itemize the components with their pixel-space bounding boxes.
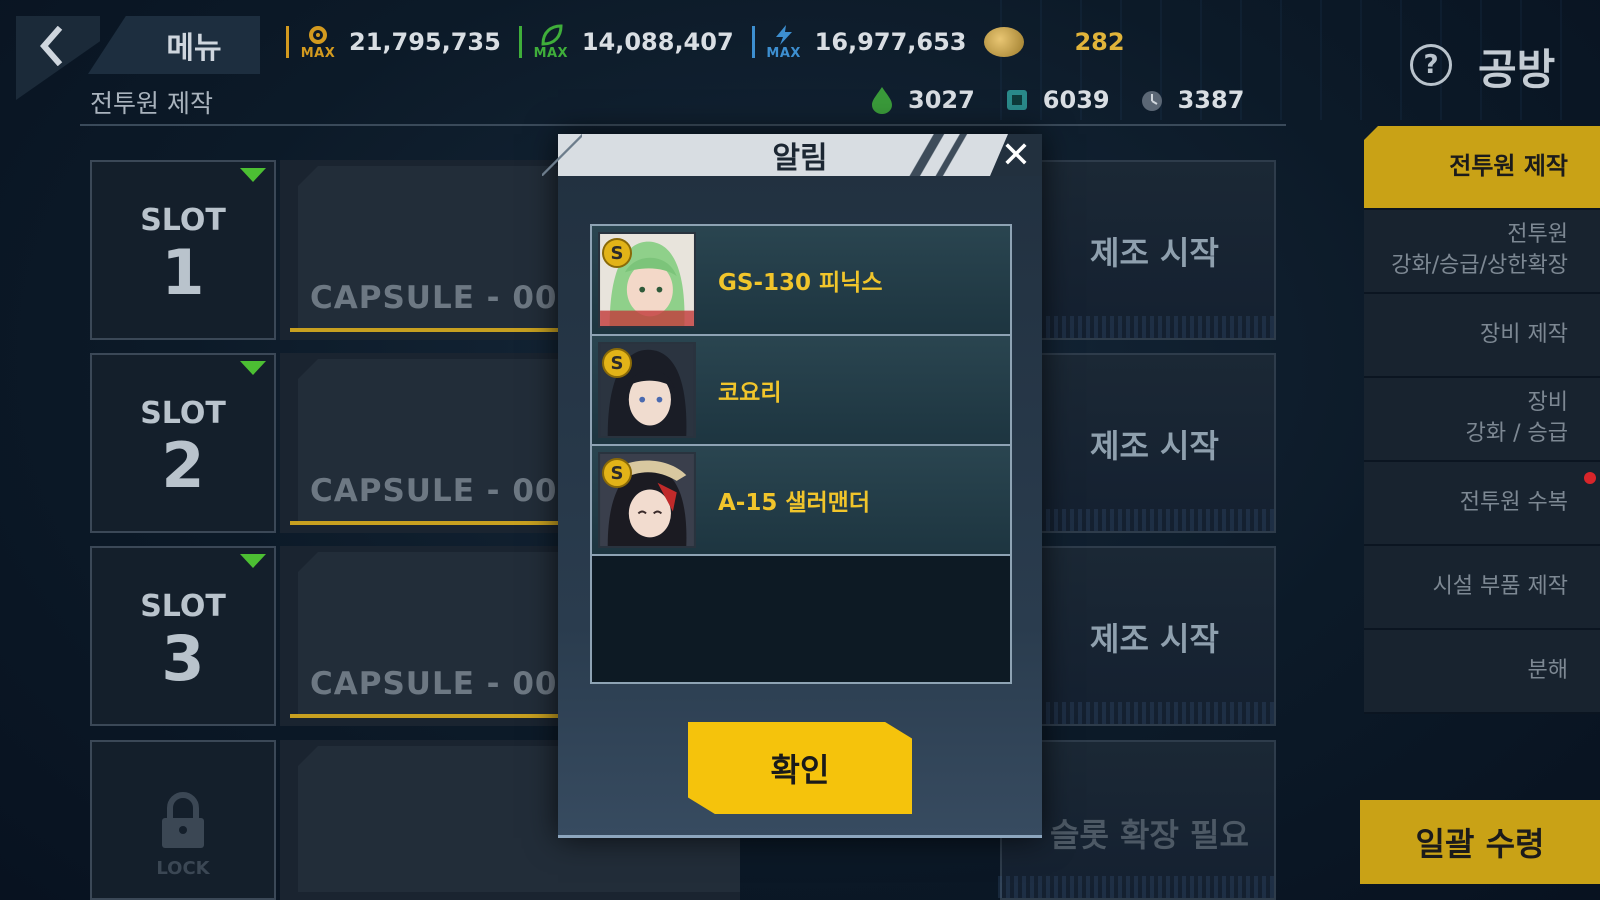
page-subtitle: 전투원 제작 xyxy=(90,89,213,118)
confirm-button[interactable]: 확인 xyxy=(688,722,912,814)
side-menu-item-facility-parts[interactable]: 시설 부품 제작 xyxy=(1364,546,1600,630)
green-crystal-icon xyxy=(872,87,892,114)
resource-separator xyxy=(518,26,522,58)
notification-modal: 알림 ✕ S GS-130 피닉스 S 코요리 S A-15 샐러맨더 확인 xyxy=(542,134,1042,838)
resource-timer[interactable]: 3387 xyxy=(1140,86,1245,114)
resource-crystal[interactable]: 3027 xyxy=(870,86,975,114)
resource-separator xyxy=(286,26,289,58)
side-menu-label: 전투원 제작 xyxy=(1449,152,1568,181)
resource-bar-secondary: 3027 6039 3387 xyxy=(870,80,1262,120)
timer-icon xyxy=(1141,91,1162,111)
character-name: 코요리 xyxy=(718,380,782,406)
slot-indicator-icon xyxy=(240,554,266,568)
side-menu-item-equipment-production[interactable]: 장비 제작 xyxy=(1364,294,1600,378)
resource-chip[interactable]: 6039 xyxy=(1005,86,1110,114)
coin-icon xyxy=(984,27,1025,57)
header-decoration xyxy=(902,134,982,176)
slot-number: 2 xyxy=(161,428,205,502)
side-menu-item-operator-production[interactable]: 전투원 제작 xyxy=(1364,126,1600,210)
slot-indicator-icon xyxy=(240,361,266,375)
side-menu-label: 장비 강화 / 승급 xyxy=(1465,390,1568,446)
slot-number: 1 xyxy=(161,235,205,309)
slot-label: SLOT 1 xyxy=(90,160,276,340)
page-title: 공방 xyxy=(1478,45,1556,94)
slot-expand-label: 슬롯 확장 필요 xyxy=(1050,816,1249,854)
list-item[interactable]: S 코요리 xyxy=(592,336,1010,446)
lock-icon xyxy=(162,791,204,848)
resource-crystal-value: 3027 xyxy=(908,86,975,114)
resource-power[interactable]: MAX 16,977,653 xyxy=(751,23,967,61)
chip-icon xyxy=(1006,90,1027,110)
notification-dot xyxy=(1584,472,1596,484)
start-production-label: 제조 시작 xyxy=(1090,234,1219,272)
grade-badge: S xyxy=(602,348,632,378)
character-portrait: S xyxy=(598,232,696,328)
chevron-left-icon xyxy=(40,26,63,66)
leaf-max-icon: MAX xyxy=(528,23,574,61)
slot-word: SLOT xyxy=(140,395,226,431)
resource-coin[interactable]: 282 xyxy=(984,27,1125,57)
grade-badge: S xyxy=(602,458,632,488)
side-menu-item-equipment-enhance[interactable]: 장비 강화 / 승급 xyxy=(1364,378,1600,462)
close-icon[interactable]: ✕ xyxy=(990,134,1042,176)
side-menu-label: 분해 xyxy=(1527,657,1568,683)
side-menu-label: 전투원 수복 xyxy=(1459,489,1568,515)
capsule-label: CAPSULE - 00 xyxy=(310,280,558,316)
start-production-label: 제조 시작 xyxy=(1090,427,1219,465)
resource-timer-value: 3387 xyxy=(1177,86,1245,114)
resource-nutrient[interactable]: MAX 14,088,407 xyxy=(518,23,734,61)
character-portrait: S xyxy=(598,342,696,438)
slot-label: LOCK xyxy=(90,740,276,900)
resource-parts-value: 21,795,735 xyxy=(349,28,501,56)
side-menu-label: 전투원 강화/승급/상한확장 xyxy=(1391,222,1568,278)
help-icon[interactable]: ? xyxy=(1410,44,1452,86)
slot-word: SLOT xyxy=(140,202,226,238)
character-portrait: S xyxy=(598,452,696,548)
list-item[interactable]: S A-15 샐러맨더 xyxy=(592,446,1010,556)
result-list: S GS-130 피닉스 S 코요리 S A-15 샐러맨더 xyxy=(590,224,1012,684)
resource-bar-primary: MAX 21,795,735 MAX 14,088,407 MAX 16,977… xyxy=(286,22,1143,62)
side-menu-item-operator-enhance[interactable]: 전투원 강화/승급/상한확장 xyxy=(1364,210,1600,294)
capsule-label: CAPSULE - 00 xyxy=(310,473,558,509)
modal-title: 알림 xyxy=(772,141,828,176)
gear-max-icon: MAX xyxy=(295,23,341,61)
start-production-label: 제조 시작 xyxy=(1090,620,1219,658)
side-menu-item-operator-repair[interactable]: 전투원 수복 xyxy=(1364,462,1600,546)
lock-label: LOCK xyxy=(156,857,210,879)
resource-nutrient-value: 14,088,407 xyxy=(581,28,734,56)
bulk-receive-button[interactable]: 일괄 수령 xyxy=(1360,800,1600,884)
side-menu: 전투원 제작 전투원 강화/승급/상한확장 장비 제작 장비 강화 / 승급 전… xyxy=(1364,126,1600,714)
character-name: GS-130 피닉스 xyxy=(718,270,883,296)
modal-header: 알림 ✕ xyxy=(542,134,1042,176)
resource-parts[interactable]: MAX 21,795,735 xyxy=(286,23,501,61)
resource-coin-value: 282 xyxy=(1074,28,1125,56)
capsule-label: CAPSULE - 00 xyxy=(310,666,558,702)
side-menu-label: 시설 부품 제작 xyxy=(1432,573,1568,599)
header-divider xyxy=(80,124,1286,126)
slot-label: SLOT 3 xyxy=(90,546,276,726)
resource-separator xyxy=(751,26,755,58)
slot-label: SLOT 2 xyxy=(90,353,276,533)
resource-power-value: 16,977,653 xyxy=(814,28,967,56)
grade-badge: S xyxy=(602,238,632,268)
bolt-max-icon: MAX xyxy=(761,23,807,61)
slot-number: 3 xyxy=(161,621,205,695)
slot-indicator-icon xyxy=(240,168,266,182)
side-menu-label: 장비 제작 xyxy=(1480,321,1568,347)
character-name: A-15 샐러맨더 xyxy=(718,490,871,516)
side-menu-item-disassemble[interactable]: 분해 xyxy=(1364,630,1600,714)
slot-word: SLOT xyxy=(140,588,226,624)
resource-chip-value: 6039 xyxy=(1042,86,1110,114)
list-item[interactable]: S GS-130 피닉스 xyxy=(592,226,1010,336)
